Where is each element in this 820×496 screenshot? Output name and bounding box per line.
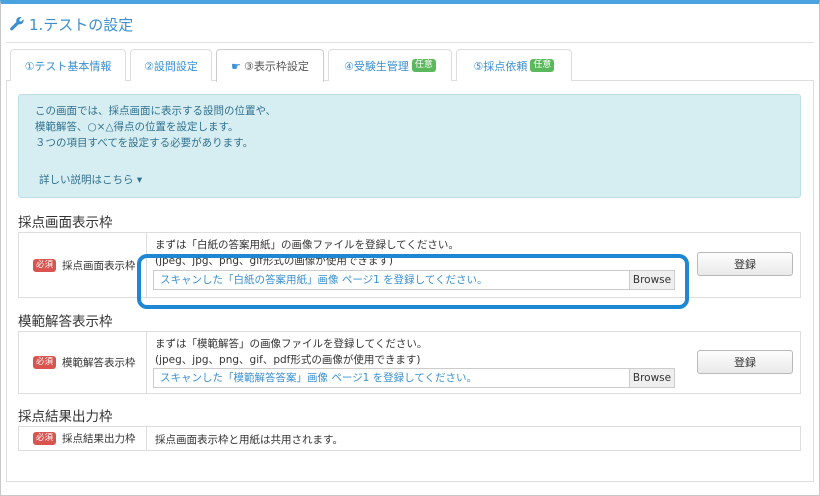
upload-instruction: まずは「模範解答」の画像ファイルを登録してください。 xyxy=(155,338,428,350)
shared-sheet-note: 採点画面表示枠と用紙は共用されます。 xyxy=(155,434,343,446)
tab-label: ②設問設定 xyxy=(144,59,198,73)
row-label-text: 採点画面表示枠 xyxy=(62,259,136,272)
info-line: 模範解答、○×△得点の位置を設定します。 xyxy=(35,121,239,133)
page-title-text: 1.テストの設定 xyxy=(29,15,134,34)
tab-basic-info[interactable]: ①テスト基本情報 xyxy=(10,49,126,81)
row-label: 必須 採点結果出力枠 xyxy=(19,427,147,450)
tab-label: ⑤採点依頼 xyxy=(473,59,528,73)
title-divider xyxy=(6,42,814,43)
required-badge: 必須 xyxy=(33,356,57,369)
format-note: (jpeg、jpg、png、gif、pdf形式の画像が使用できます) xyxy=(155,354,421,366)
file-input-placeholder[interactable]: スキャンした「模範解答答案」画像 ページ1 を登録してください。 xyxy=(154,369,629,387)
row-label-text: 模範解答表示枠 xyxy=(62,357,136,369)
register-button[interactable]: 登録 xyxy=(697,252,793,276)
optional-badge: 任意 xyxy=(530,59,555,72)
tab-question-settings[interactable]: ②設問設定 xyxy=(130,49,212,81)
section-title-answer-frame: 模範解答表示枠 xyxy=(18,314,113,330)
upload-instruction: まずは「白紙の答案用紙」の画像ファイルを登録してください。 xyxy=(155,239,459,251)
browse-button[interactable]: Browse xyxy=(629,369,674,387)
tab-examinee-management[interactable]: ④受験生管理 任意 xyxy=(328,49,452,81)
info-line: ３つの項目すべてを設定する必要があります。 xyxy=(35,137,254,149)
tab-bar: ①テスト基本情報 ②設問設定 ☛ ③表示枠設定 ④受験生管理 任意 ⑤採点依頼 … xyxy=(6,49,814,82)
info-box: この画面では、採点画面に表示する設問の位置や、 模範解答、○×△得点の位置を設定… xyxy=(18,94,801,198)
highlight-annotation xyxy=(137,254,689,309)
pointing-hand-icon: ☛ xyxy=(231,59,241,73)
tab-label: ④受験生管理 xyxy=(344,59,409,73)
page-title: 1.テストの設定 xyxy=(9,12,133,36)
required-badge: 必須 xyxy=(33,258,57,272)
tab-label: ③表示枠設定 xyxy=(244,60,309,73)
optional-badge: 任意 xyxy=(411,59,436,72)
required-badge: 必須 xyxy=(33,432,57,445)
register-button[interactable]: 登録 xyxy=(697,350,793,374)
tab-label: ①テスト基本情報 xyxy=(24,59,112,73)
section-title-scoring-frame: 採点画面表示枠 xyxy=(18,215,113,231)
wrench-icon xyxy=(10,16,24,31)
tab-frame-settings[interactable]: ☛ ③表示枠設定 xyxy=(216,49,324,82)
row-label: 必須 模範解答表示枠 xyxy=(19,332,147,393)
tab-scoring-request[interactable]: ⑤採点依頼 任意 xyxy=(456,49,572,81)
info-line: この画面では、採点画面に表示する設問の位置や、 xyxy=(35,105,277,117)
result-frame-row: 必須 採点結果出力枠 採点画面表示枠と用紙は共用されます。 xyxy=(18,426,801,451)
row-label-text: 採点結果出力枠 xyxy=(62,433,136,445)
answer-frame-row: 必須 模範解答表示枠 まずは「模範解答」の画像ファイルを登録してください。 (j… xyxy=(18,331,801,394)
file-input[interactable]: スキャンした「模範解答答案」画像 ページ1 を登録してください。 Browse xyxy=(153,368,675,388)
details-toggle[interactable]: 詳しい説明はこちら ▾ xyxy=(39,172,142,188)
row-label: 必須 採点画面表示枠 xyxy=(19,233,147,297)
section-title-result-frame: 採点結果出力枠 xyxy=(18,409,113,425)
